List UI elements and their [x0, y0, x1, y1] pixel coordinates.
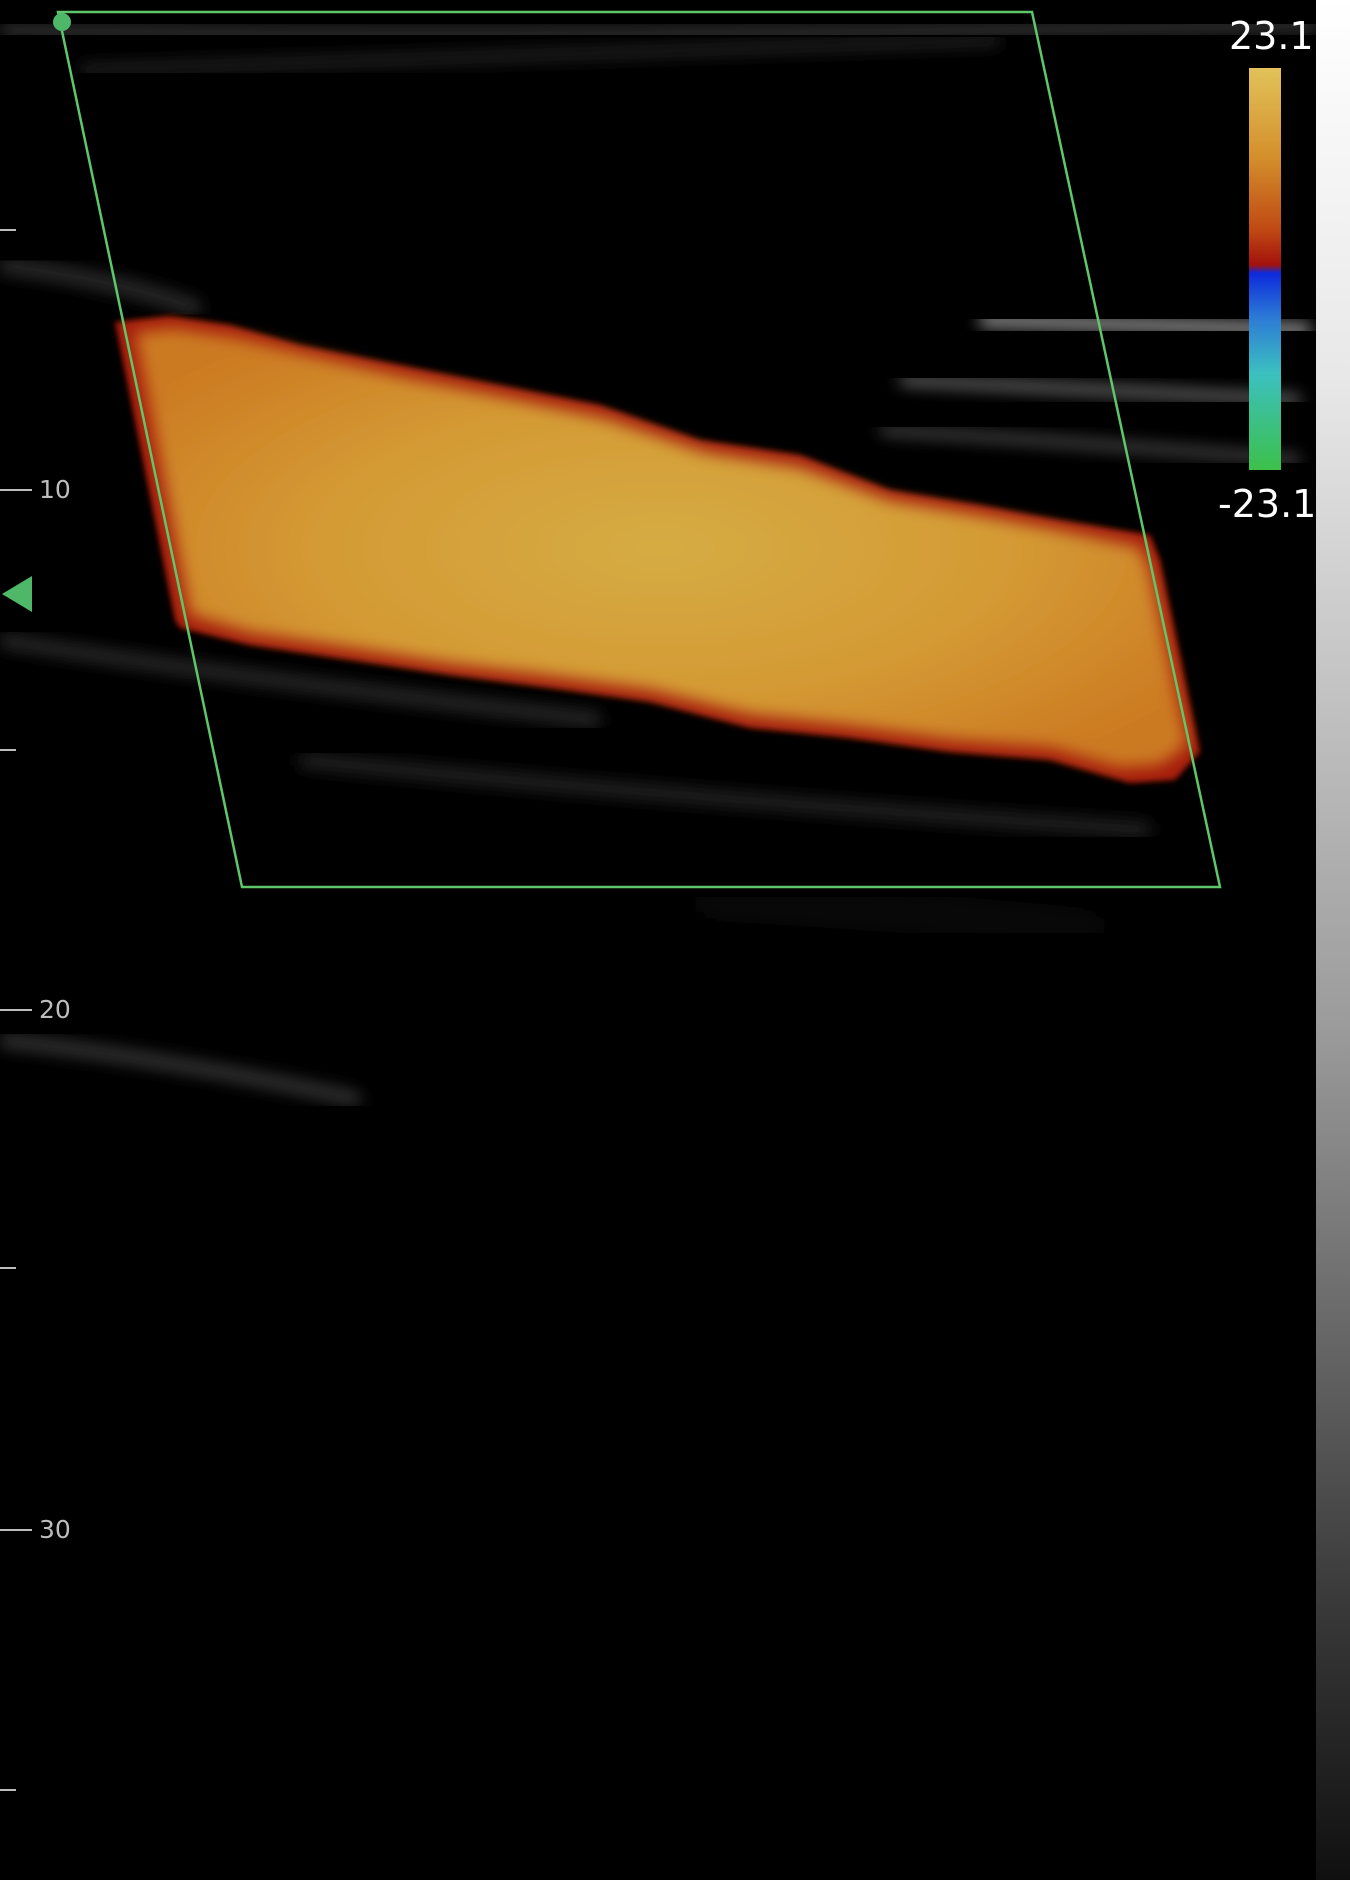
roi-handle[interactable] — [53, 13, 71, 31]
focus-marker-icon[interactable] — [2, 576, 32, 612]
ultrasound-viewport[interactable]: 10 20 30 23.1 -23.1 — [0, 0, 1350, 1880]
depth-label-30: 30 — [39, 1515, 71, 1544]
grayscale-bar — [1316, 0, 1350, 1880]
depth-ruler — [0, 229, 32, 1791]
velocity-max-label: 23.1 — [1229, 14, 1314, 58]
ultrasound-image — [0, 10, 1321, 1791]
depth-label-20: 20 — [39, 995, 71, 1024]
velocity-min-label: -23.1 — [1218, 482, 1317, 526]
velocity-color-bar — [1249, 68, 1281, 470]
depth-label-10: 10 — [39, 475, 71, 504]
